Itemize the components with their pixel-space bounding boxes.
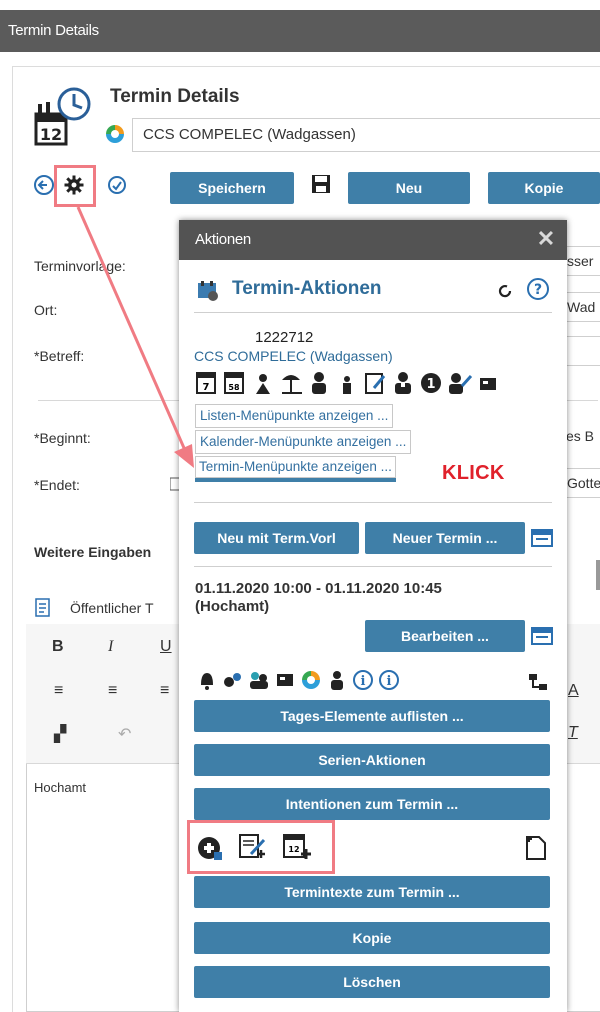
person-hat-icon[interactable] — [250, 370, 278, 396]
svg-text:i: i — [387, 674, 392, 689]
svg-text:?: ? — [534, 282, 542, 298]
calendar-settings-icon — [198, 281, 218, 301]
svg-text:58: 58 — [228, 383, 240, 392]
back-icon[interactable] — [33, 174, 55, 196]
person-icon[interactable] — [324, 668, 350, 692]
label-ort: Ort: — [34, 302, 58, 318]
binoculars-icon[interactable]: ▞ — [54, 724, 66, 744]
floppy-icon[interactable] — [311, 174, 331, 194]
calendar-7-icon[interactable]: 7 — [194, 370, 222, 396]
scroll-edge — [596, 560, 600, 590]
appointment-texts-button[interactable]: Termintexte zum Termin ... — [194, 876, 550, 908]
reload-icon[interactable] — [497, 283, 513, 299]
new-with-template-button[interactable]: Neu mit Term.Vorl — [194, 522, 359, 554]
hierarchy-icon[interactable] — [527, 672, 549, 692]
calendar-clock-icon: 12 — [34, 87, 91, 146]
appointment-title: (Hochamt) — [195, 598, 270, 615]
person-icon[interactable] — [306, 370, 334, 396]
svg-text:7: 7 — [203, 382, 210, 393]
info-icon[interactable]: i — [376, 668, 402, 692]
appointment-id: 1222712 — [255, 329, 314, 346]
divider — [194, 566, 552, 567]
window-title: Termin Details — [0, 10, 600, 52]
actions-dialog: Aktionen ✕ Termin-Aktionen ? 1222712 CCS… — [179, 220, 567, 1012]
card-icon[interactable] — [474, 370, 502, 396]
edit-document-icon[interactable] — [362, 370, 390, 396]
label-endet: *Endet: — [34, 477, 80, 493]
divider — [194, 502, 552, 503]
priest-icon[interactable] — [390, 370, 418, 396]
menu-link-termin[interactable]: Termin-Menüpunkte anzeigen ... — [195, 456, 396, 482]
calendar-month-icon[interactable]: 58 — [222, 370, 250, 396]
italic-button[interactable]: I — [108, 638, 113, 656]
edit-button[interactable]: Bearbeiten ... — [365, 620, 525, 652]
text-color-icon[interactable]: A — [568, 682, 579, 700]
click-annotation: KLICK — [442, 462, 505, 484]
underline-button[interactable]: U — [160, 638, 172, 656]
help-icon[interactable]: ? — [526, 277, 550, 301]
editor-text[interactable]: Hochamt — [34, 780, 86, 795]
copy-appointment-button[interactable]: Kopie — [194, 922, 550, 954]
organisation-field[interactable]: CCS COMPELEC (Wadgassen) — [132, 118, 600, 152]
close-icon[interactable]: ✕ — [535, 228, 557, 250]
label-terminvorlage: Terminvorlage: — [34, 258, 126, 274]
appointment-icon-row: i i — [194, 668, 402, 692]
menu-link-kalender[interactable]: Kalender-Menüpunkte anzeigen ... — [195, 430, 412, 454]
organisation-icon[interactable] — [298, 668, 324, 692]
beach-icon[interactable] — [278, 370, 306, 396]
info-icon[interactable]: i — [350, 668, 376, 692]
new-appointment-button[interactable]: Neuer Termin ... — [365, 522, 525, 554]
list-day-elements-button[interactable]: Tages-Elemente auflisten ... — [194, 700, 550, 732]
save-button[interactable]: Speichern — [170, 172, 294, 204]
new-button[interactable]: Neu — [348, 172, 470, 204]
delete-button[interactable]: Löschen — [194, 966, 550, 998]
align-left-icon[interactable]: ≡ — [54, 682, 63, 700]
section-title: Termin-Aktionen — [232, 278, 382, 299]
action-icon-row: 7 58 1 — [194, 370, 502, 396]
dialog-title: Aktionen — [179, 220, 567, 260]
new-page-icon[interactable] — [523, 834, 549, 862]
clear-format-icon[interactable]: T — [568, 724, 578, 742]
date-range: 01.11.2020 10:00 - 01.11.2020 10:45 — [195, 580, 442, 597]
series-actions-button[interactable]: Serien-Aktionen — [194, 744, 550, 776]
appointment-datetime: 01.11.2020 10:00 - 01.11.2020 10:45 (Hoc… — [195, 580, 442, 616]
label-betreff: *Betreff: — [34, 348, 85, 364]
label-weitere-eingaben: Weitere Eingaben — [34, 544, 152, 560]
people-icon[interactable] — [246, 668, 272, 692]
number-one-icon[interactable]: 1 — [418, 370, 446, 396]
bold-button[interactable]: B — [52, 638, 64, 656]
svg-text:12: 12 — [40, 125, 62, 144]
card-icon[interactable] — [272, 668, 298, 692]
align-center-icon[interactable]: ≡ — [108, 682, 117, 700]
label-beginnt: *Beginnt: — [34, 430, 91, 446]
icons-highlight — [187, 820, 335, 874]
refresh-icon[interactable] — [106, 174, 128, 196]
document-icon — [35, 598, 50, 617]
undo-icon[interactable]: ↶ — [118, 724, 131, 744]
page-title: Termin Details — [110, 86, 240, 107]
intentions-button[interactable]: Intentionen zum Termin ... — [194, 788, 550, 820]
user-edit-icon[interactable] — [446, 370, 474, 396]
link-icon[interactable] — [220, 668, 246, 692]
bell-icon[interactable] — [194, 668, 220, 692]
organisation-link[interactable]: CCS COMPELEC (Wadgassen) — [194, 348, 393, 364]
calendar-window-icon[interactable] — [531, 528, 553, 548]
menu-link-listen[interactable]: Listen-Menüpunkte anzeigen ... — [195, 404, 394, 428]
editor-section-label: Öffentlicher T — [70, 600, 154, 616]
svg-text:1: 1 — [426, 377, 435, 392]
copy-button[interactable]: Kopie — [488, 172, 600, 204]
organisation-icon — [106, 125, 124, 143]
divider — [194, 312, 552, 313]
svg-text:i: i — [361, 674, 366, 689]
gear-highlight — [54, 165, 96, 207]
align-right-icon[interactable]: ≡ — [160, 682, 169, 700]
calendar-window-icon[interactable] — [531, 626, 553, 646]
person-small-icon[interactable] — [334, 370, 362, 396]
